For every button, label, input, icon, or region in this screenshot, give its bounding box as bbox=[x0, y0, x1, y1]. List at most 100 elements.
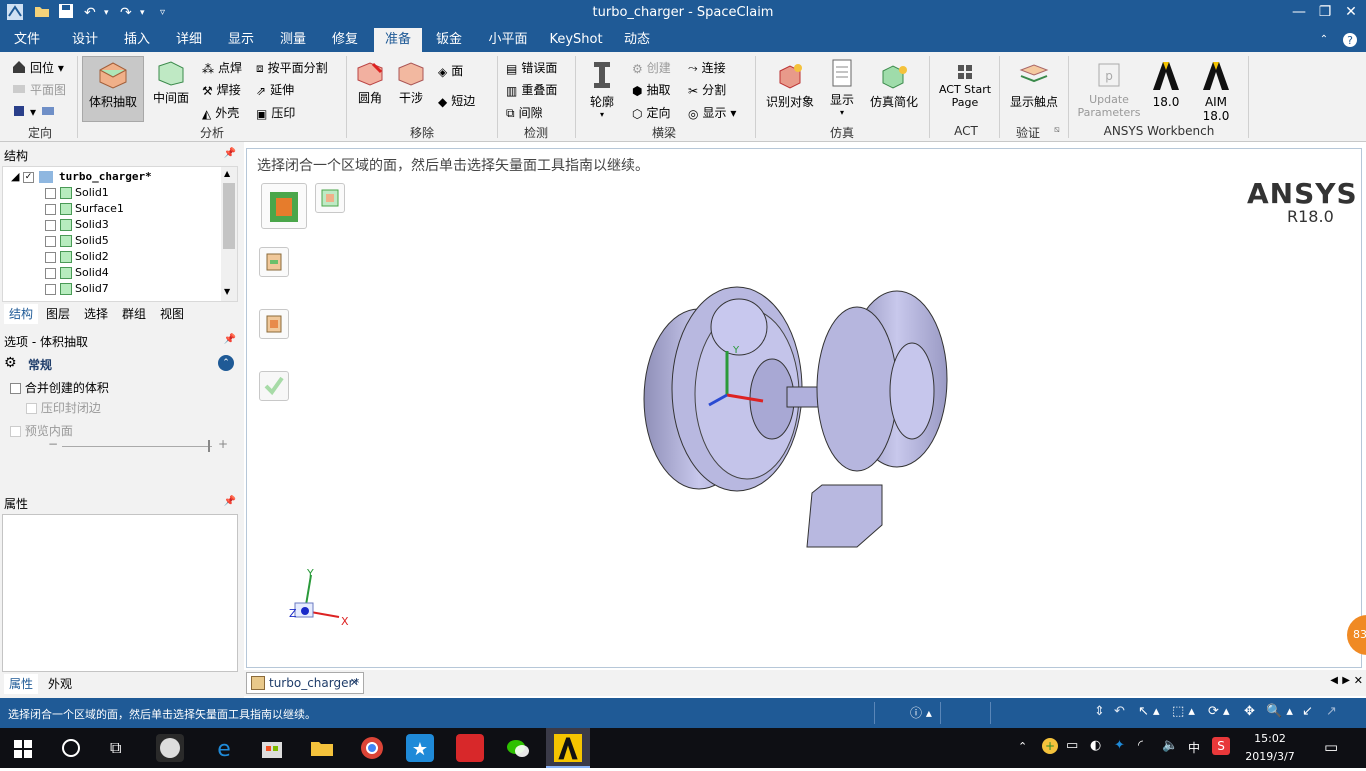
shell-button[interactable]: ◭ 外壳 bbox=[202, 104, 239, 121]
show-hidden-icons[interactable]: ⌃ bbox=[1018, 740, 1027, 753]
select-vector-face-tool[interactable] bbox=[315, 183, 345, 213]
scroll-down-icon[interactable]: ▼ bbox=[224, 287, 230, 296]
tab-insert[interactable]: 插入 bbox=[116, 28, 158, 52]
close-tab-icon[interactable]: ✕ bbox=[350, 673, 359, 693]
select-faces-tool[interactable] bbox=[261, 183, 307, 229]
undo-select-icon[interactable]: ↶ bbox=[1114, 704, 1125, 719]
collapse-arrow-icon[interactable]: ◢ bbox=[11, 170, 19, 183]
item-checkbox[interactable] bbox=[45, 235, 56, 247]
root-checkbox[interactable]: ✓ bbox=[22, 171, 34, 183]
undo-icon[interactable]: ↶ bbox=[84, 3, 96, 23]
view-cube-button[interactable]: ▾ bbox=[12, 104, 60, 121]
redo-icon[interactable]: ↷ bbox=[120, 3, 132, 23]
tray-device-icon[interactable]: ▭ bbox=[1066, 738, 1078, 753]
home-button[interactable]: 回位 ▾ bbox=[12, 59, 64, 77]
slider-minus-icon[interactable]: − bbox=[48, 437, 58, 451]
imprint-button[interactable]: ▣ 压印 bbox=[256, 104, 295, 121]
tree-item[interactable]: Solid7 bbox=[45, 281, 109, 297]
tree-scrollbar[interactable]: ▲ ▼ bbox=[221, 167, 237, 301]
select-bodies-tool[interactable] bbox=[259, 309, 289, 339]
clock-time[interactable]: 15:02 bbox=[1248, 732, 1292, 745]
notification-icon[interactable]: ▭ bbox=[1324, 738, 1338, 756]
tab-keyshot[interactable]: KeyShot bbox=[548, 28, 604, 52]
tab-selection[interactable]: 选择 bbox=[84, 304, 108, 324]
tab-detail[interactable]: 详细 bbox=[168, 28, 210, 52]
weld-button[interactable]: ⚒ 焊接 bbox=[202, 81, 241, 98]
collapse-ribbon-icon[interactable]: ⌃ bbox=[1316, 28, 1332, 52]
merge-volumes-option[interactable]: 合并创建的体积 bbox=[10, 379, 109, 396]
scroll-thumb[interactable] bbox=[223, 183, 235, 249]
tree-item[interactable]: Solid5 bbox=[45, 233, 109, 249]
beam-split-button[interactable]: ✂ 分割 bbox=[688, 81, 726, 98]
gap-button[interactable]: ⧉ 间隙 bbox=[506, 104, 543, 121]
previous-view-icon[interactable]: ↗ bbox=[1326, 704, 1337, 719]
item-checkbox[interactable] bbox=[45, 187, 56, 199]
info-icon[interactable]: ⓘ ▴ bbox=[910, 704, 932, 721]
midsurface-button[interactable]: 中间面 bbox=[148, 60, 194, 106]
item-checkbox[interactable] bbox=[45, 251, 56, 263]
slider-thumb[interactable] bbox=[208, 440, 210, 452]
slider-plus-icon[interactable]: + bbox=[218, 437, 228, 451]
beam-create-button[interactable]: ⚙ 创建 bbox=[632, 59, 671, 76]
file-explorer-icon[interactable] bbox=[308, 734, 336, 762]
edge-icon[interactable]: e bbox=[210, 734, 238, 762]
close-icon[interactable]: ✕ bbox=[1336, 2, 1366, 22]
item-checkbox[interactable] bbox=[45, 267, 56, 279]
imprint-closed-option[interactable]: 压印封闭边 bbox=[26, 399, 101, 416]
tab-layers[interactable]: 图层 bbox=[46, 304, 70, 324]
tab-sheetmetal[interactable]: 钣金 bbox=[428, 28, 470, 52]
task-view-icon[interactable]: ⧉ bbox=[110, 738, 121, 758]
beam-connect-button[interactable]: ⤳ 连接 bbox=[688, 59, 726, 76]
redo-dropdown-icon[interactable]: ▾ bbox=[140, 3, 145, 23]
short-edge-button[interactable]: ◆ 短边 bbox=[438, 92, 475, 109]
tree-item[interactable]: Solid2 bbox=[45, 249, 109, 265]
tab-facets[interactable]: 小平面 bbox=[484, 28, 532, 52]
save-icon[interactable] bbox=[58, 3, 74, 23]
tree-root[interactable]: ◢ ✓ turbo_charger* bbox=[11, 169, 152, 185]
document-tab[interactable]: turbo_charger* ✕ bbox=[246, 672, 364, 694]
complete-tool[interactable] bbox=[259, 371, 289, 401]
round-button[interactable]: 圆角 bbox=[352, 60, 388, 106]
customize-icon[interactable]: ▿ bbox=[160, 3, 165, 23]
volume-icon[interactable]: 🔈 bbox=[1162, 738, 1178, 753]
spaceclaim-taskbar-icon[interactable] bbox=[546, 728, 590, 768]
item-checkbox[interactable] bbox=[45, 203, 56, 215]
tray-star-icon[interactable]: ✦ bbox=[1114, 738, 1125, 753]
box-select-icon[interactable]: ⬚ ▴ bbox=[1172, 704, 1195, 719]
cortana-icon[interactable] bbox=[62, 739, 80, 757]
misaligned-faces-button[interactable]: ▤ 错误面 bbox=[506, 59, 557, 76]
close-document-icon[interactable]: ✕ bbox=[1354, 674, 1363, 687]
select-mode-icon[interactable]: ⇕ bbox=[1094, 704, 1105, 719]
tab-scroll-left-icon[interactable]: ◀ bbox=[1330, 675, 1338, 686]
ime-indicator[interactable]: 中 bbox=[1188, 739, 1200, 756]
help-icon[interactable]: ? bbox=[1340, 28, 1360, 52]
tab-structure[interactable]: 结构 bbox=[4, 304, 38, 324]
plane-view-button[interactable]: 平面图 bbox=[12, 81, 66, 99]
tab-groups[interactable]: 群组 bbox=[122, 304, 146, 324]
pointer-select-icon[interactable]: ↖ ▴ bbox=[1138, 704, 1160, 719]
sim-display-button[interactable]: 显示 ▾ bbox=[824, 58, 860, 117]
options-section-header[interactable]: ⚙ 常规 ⌃ bbox=[4, 354, 238, 374]
tab-views[interactable]: 视图 bbox=[160, 304, 184, 324]
graphics-viewport[interactable]: 选择闭合一个区域的面，然后单击选择矢量面工具指南以继续。 ANSYS R18.0 bbox=[246, 148, 1366, 668]
tab-measure[interactable]: 测量 bbox=[272, 28, 314, 52]
tree-item[interactable]: Solid4 bbox=[45, 265, 109, 281]
scroll-up-icon[interactable]: ▲ bbox=[224, 169, 230, 178]
imprint-closed-checkbox[interactable] bbox=[26, 403, 37, 414]
profile-button[interactable]: 轮廓 ▾ bbox=[584, 60, 620, 119]
youdao-icon[interactable] bbox=[456, 734, 484, 762]
item-checkbox[interactable] bbox=[45, 283, 56, 295]
tab-design[interactable]: 设计 bbox=[64, 28, 106, 52]
split-by-plane-button[interactable]: ⧈ 按平面分割 bbox=[256, 59, 328, 76]
tab-display[interactable]: 显示 bbox=[220, 28, 262, 52]
tab-scroll-right-icon[interactable]: ▶ bbox=[1342, 675, 1350, 686]
face-button[interactable]: ◈ 面 bbox=[438, 62, 463, 79]
tab-repair[interactable]: 修复 bbox=[324, 28, 366, 52]
select-edges-tool[interactable] bbox=[259, 247, 289, 277]
tab-file[interactable]: 文件 bbox=[6, 28, 48, 52]
sogou-icon[interactable]: S bbox=[1212, 737, 1230, 755]
overlap-faces-button[interactable]: ▥ 重叠面 bbox=[506, 81, 557, 98]
collapse-section-icon[interactable]: ⌃ bbox=[218, 355, 234, 371]
tab-appearance[interactable]: 外观 bbox=[48, 674, 72, 694]
clock-date[interactable]: 2019/3/7 bbox=[1242, 750, 1298, 763]
